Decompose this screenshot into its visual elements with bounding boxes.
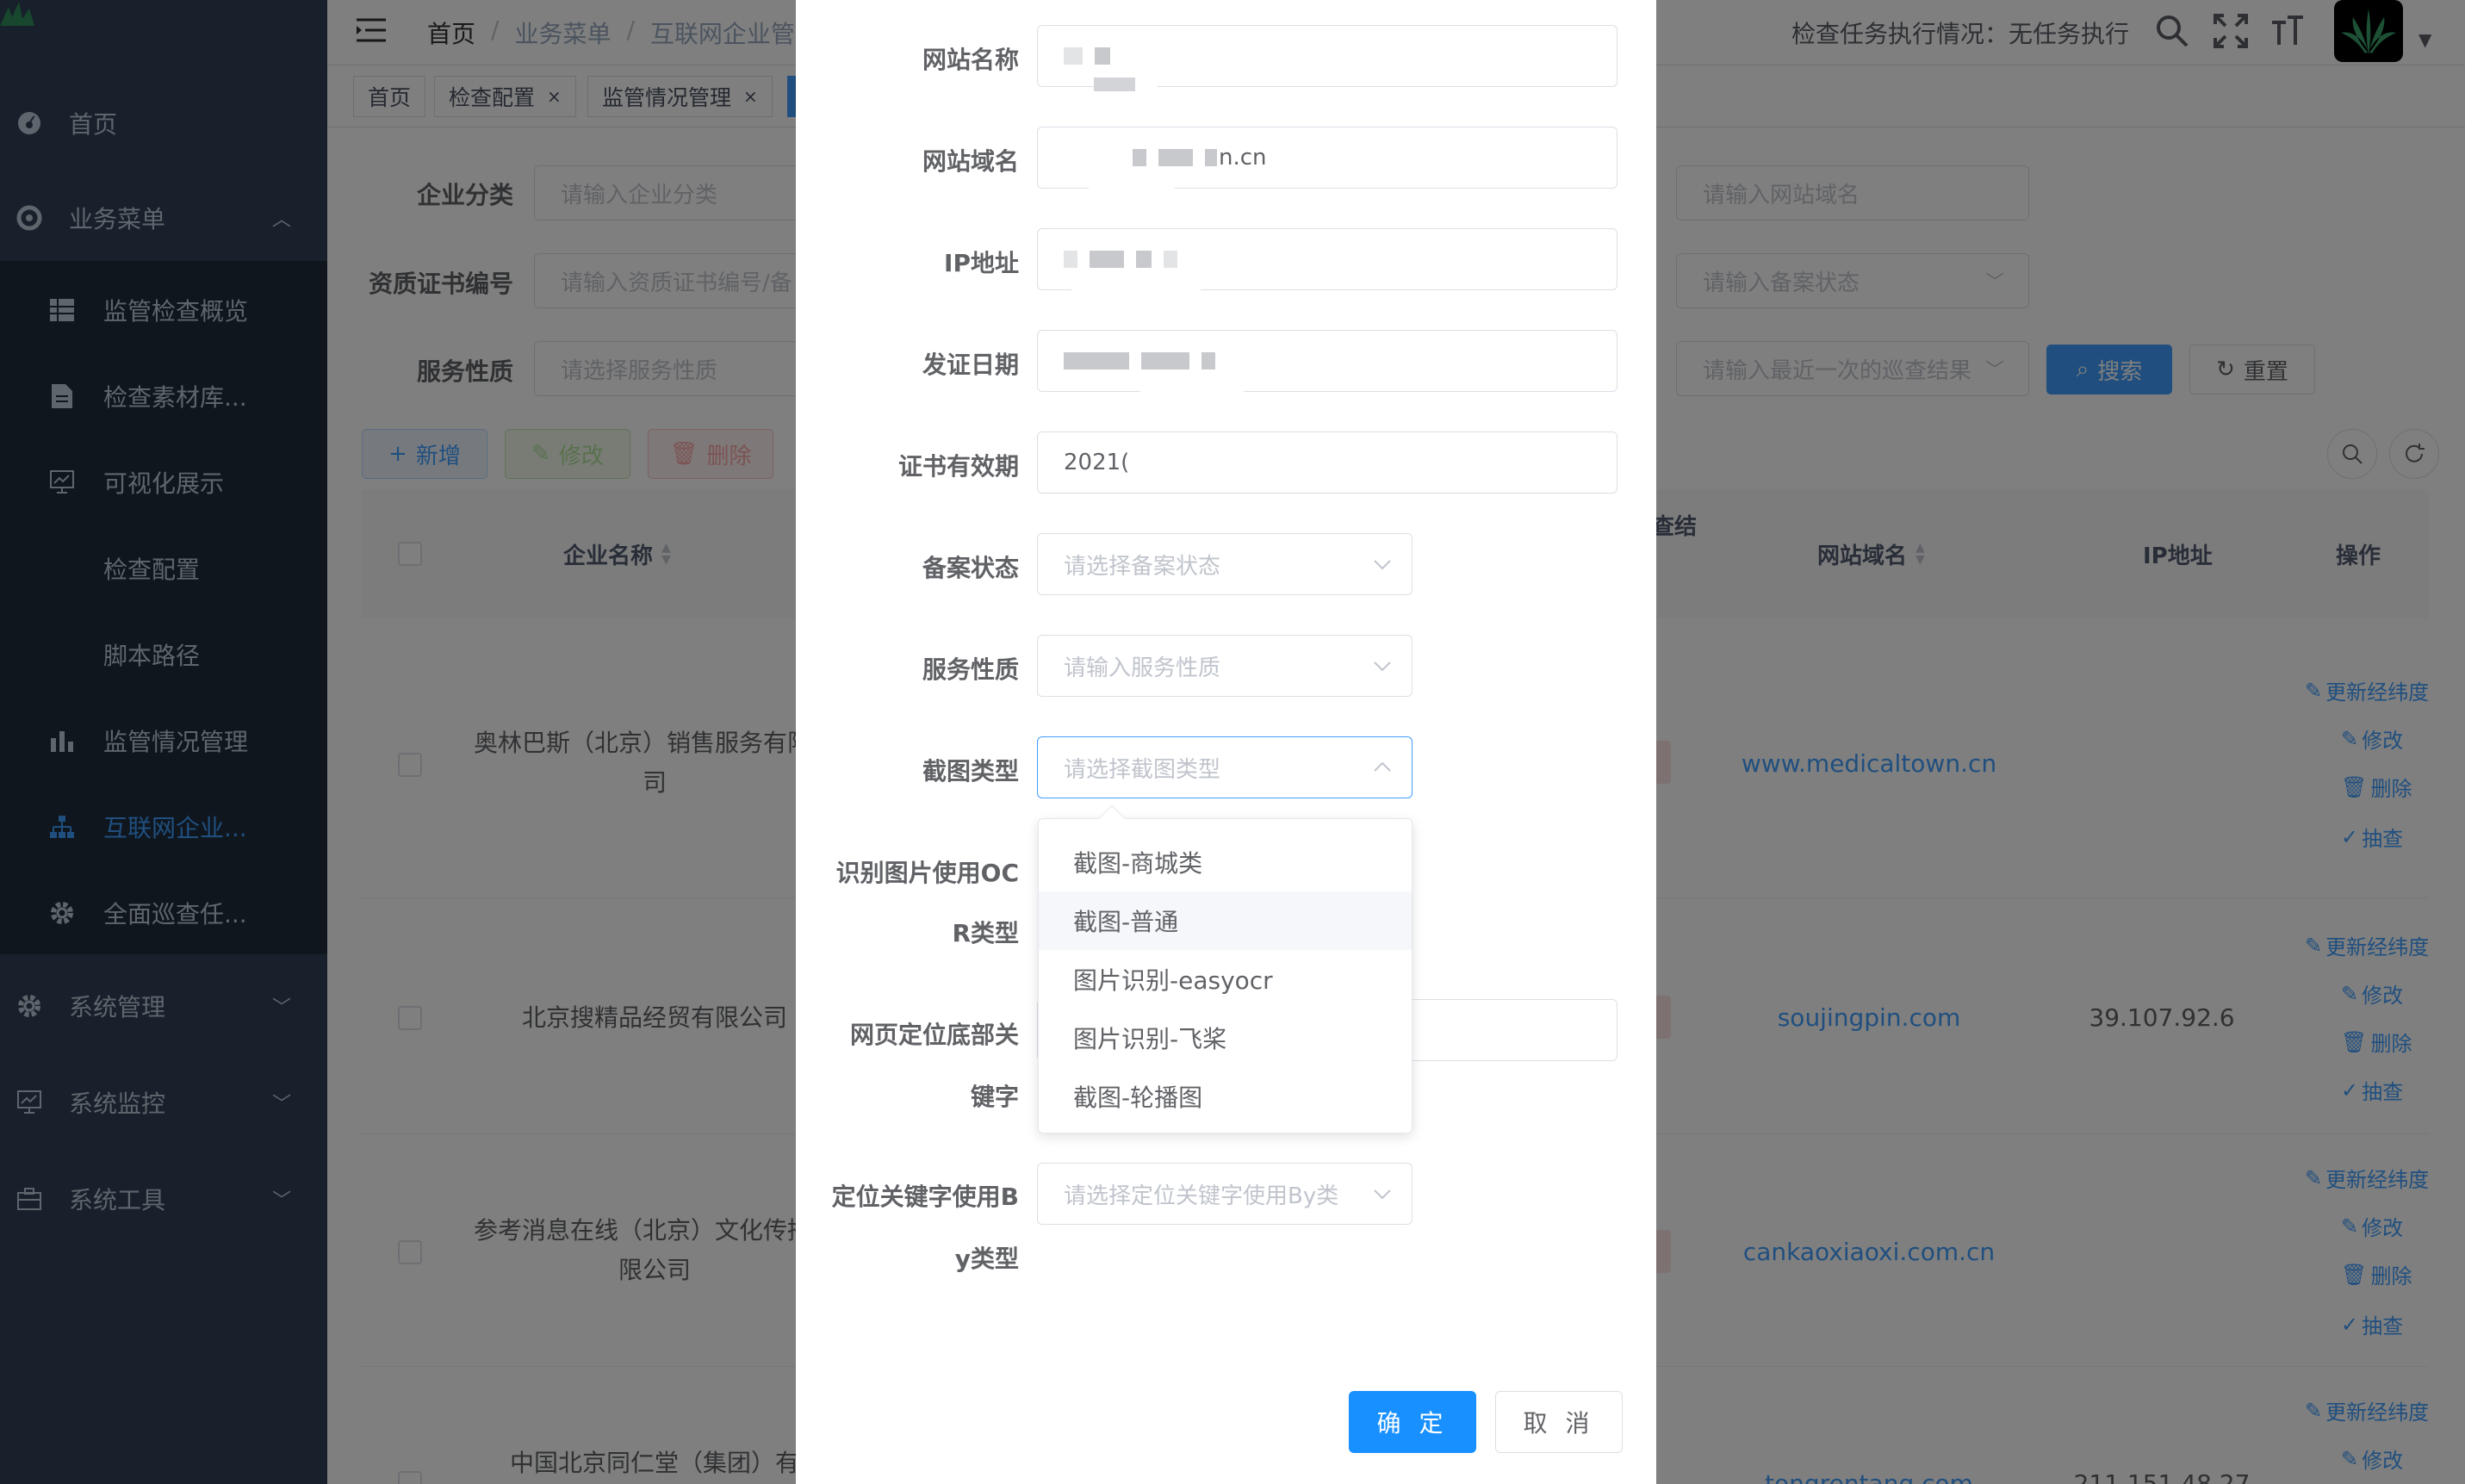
chevron-down-icon <box>1374 1189 1391 1200</box>
redacted-block <box>1064 251 1077 268</box>
label-screenshot-type: 截图类型 <box>922 757 1019 785</box>
redacted-block <box>1064 352 1129 369</box>
ip-input[interactable] <box>1037 228 1617 290</box>
label-service-nature: 服务性质 <box>922 655 1019 684</box>
redacted-block <box>1095 47 1110 65</box>
redacted-block <box>1136 251 1152 268</box>
screenshot-type-dropdown: 截图-商城类 截图-普通 图片识别-easyocr 图片识别-飞桨 截图-轮播图 <box>1038 804 1413 1133</box>
by-type-placeholder: 请选择定位关键字使用By类 <box>1064 1183 1339 1209</box>
dropdown-option[interactable]: 图片识别-飞桨 <box>1039 1009 1412 1067</box>
label-ocr-type-line1: 识别图片使用OC <box>835 859 1019 887</box>
cert-valid-value: 2021( <box>1064 450 1130 475</box>
redaction-overlay <box>1140 391 1244 407</box>
edit-dialog: 网站名称 网站域名 n.cn IP地址 发证日期 证书有效期 2021( 备案状… <box>796 0 1656 1484</box>
by-type-select[interactable]: 请选择定位关键字使用By类 <box>1037 1163 1413 1225</box>
service-nature-placeholder: 请输入服务性质 <box>1064 655 1221 681</box>
confirm-button[interactable]: 确 定 <box>1349 1391 1476 1453</box>
redaction-overlay <box>1089 188 1175 203</box>
redacted-block <box>1205 149 1217 166</box>
dropdown-arrow <box>1098 804 1126 832</box>
redacted-block <box>1164 251 1177 268</box>
chevron-down-icon <box>1374 560 1391 570</box>
screenshot-type-select[interactable]: 请选择截图类型 <box>1037 736 1413 798</box>
label-site-domain: 网站域名 <box>922 147 1019 176</box>
dropdown-option[interactable]: 截图-普通 <box>1039 891 1412 950</box>
chevron-down-icon <box>1374 661 1391 672</box>
label-locate-keyword-line2: 键字 <box>970 1083 1019 1111</box>
redacted-block <box>1201 352 1215 369</box>
redaction-overlay <box>1071 289 1201 305</box>
redacted-block <box>1064 47 1083 65</box>
label-ocr-type-line2: R类型 <box>952 919 1019 947</box>
label-record-status: 备案状态 <box>922 554 1019 582</box>
label-by-type-line1: 定位关键字使用B <box>831 1183 1019 1211</box>
redacted-block <box>1141 352 1189 369</box>
redacted-block <box>1158 149 1193 166</box>
chevron-up-icon <box>1374 761 1391 772</box>
label-locate-keyword-line1: 网页定位底部关 <box>849 1021 1019 1049</box>
cert-valid-input[interactable]: 2021( <box>1037 432 1617 494</box>
record-status-select[interactable]: 请选择备案状态 <box>1037 533 1413 595</box>
dropdown-option[interactable]: 图片识别-easyocr <box>1039 950 1412 1009</box>
dropdown-option[interactable]: 截图-商城类 <box>1039 833 1412 891</box>
site-domain-input[interactable]: n.cn <box>1037 127 1617 189</box>
issue-date-input[interactable] <box>1037 330 1617 392</box>
label-site-name: 网站名称 <box>922 46 1019 74</box>
label-issue-date: 发证日期 <box>922 351 1019 379</box>
label-cert-valid: 证书有效期 <box>897 452 1019 481</box>
record-status-placeholder: 请选择备案状态 <box>1064 553 1221 580</box>
label-by-type-line2: y类型 <box>954 1245 1019 1273</box>
service-nature-select[interactable]: 请输入服务性质 <box>1037 635 1413 697</box>
label-ip: IP地址 <box>944 249 1019 277</box>
cancel-button[interactable]: 取 消 <box>1495 1391 1623 1453</box>
redacted-block <box>1133 149 1146 166</box>
redacted-block <box>1094 78 1135 91</box>
dropdown-option[interactable]: 截图-轮播图 <box>1039 1067 1412 1126</box>
screenshot-type-placeholder: 请选择截图类型 <box>1064 756 1221 783</box>
redacted-block <box>1090 251 1124 268</box>
site-domain-value: n.cn <box>1219 145 1267 171</box>
